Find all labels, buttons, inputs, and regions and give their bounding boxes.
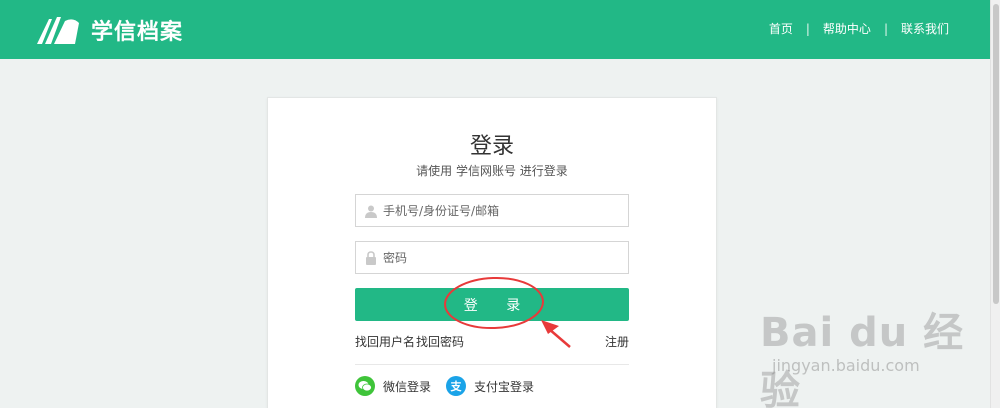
nav-help-center[interactable]: 帮助中心	[823, 20, 871, 37]
alipay-login[interactable]: 支 支付宝登录	[446, 376, 534, 396]
lock-icon	[361, 241, 381, 274]
nav-separator: |	[883, 21, 888, 36]
login-subtitle: 请使用 学信网账号 进行登录	[416, 164, 568, 178]
watermark-logo: Bai du 经验	[760, 310, 965, 408]
find-password-link[interactable]: 找回密码	[416, 333, 464, 350]
book-logo-icon	[37, 17, 79, 44]
register-link[interactable]: 注册	[605, 333, 629, 350]
find-username-link[interactable]: 找回用户名	[355, 333, 415, 350]
username-input[interactable]	[381, 195, 628, 226]
nav-contact-us[interactable]: 联系我们	[901, 20, 949, 37]
password-input[interactable]	[381, 242, 628, 273]
divider	[355, 364, 629, 365]
login-title: 登录	[469, 134, 514, 159]
top-header: 学信档案 首页 | 帮助中心 | 联系我们	[0, 0, 990, 59]
login-button[interactable]: 登 录	[355, 288, 629, 321]
watermark: Bai du 经验 jingyan.baidu.com	[760, 300, 1000, 408]
user-icon	[361, 194, 381, 227]
nav-home[interactable]: 首页	[769, 20, 793, 37]
alipay-icon: 支	[446, 376, 466, 396]
watermark-url: jingyan.baidu.com	[772, 356, 920, 375]
username-field[interactable]	[355, 194, 629, 227]
nav-separator: |	[805, 21, 810, 36]
alipay-login-label: 支付宝登录	[474, 379, 535, 394]
vertical-scrollbar[interactable]	[990, 0, 1000, 408]
logo-text: 学信档案	[91, 20, 184, 45]
scrollbar-thumb[interactable]	[993, 4, 999, 304]
logo[interactable]: 学信档案	[35, 14, 183, 46]
wechat-icon	[355, 376, 375, 396]
login-card: 登录 请使用 学信网账号 进行登录 登 录 找回用户名 找回密码 注册	[267, 97, 717, 408]
wechat-login[interactable]: 微信登录	[355, 376, 431, 396]
wechat-login-label: 微信登录	[383, 379, 432, 394]
top-nav: 首页 | 帮助中心 | 联系我们	[769, 20, 949, 37]
password-field[interactable]	[355, 241, 629, 274]
